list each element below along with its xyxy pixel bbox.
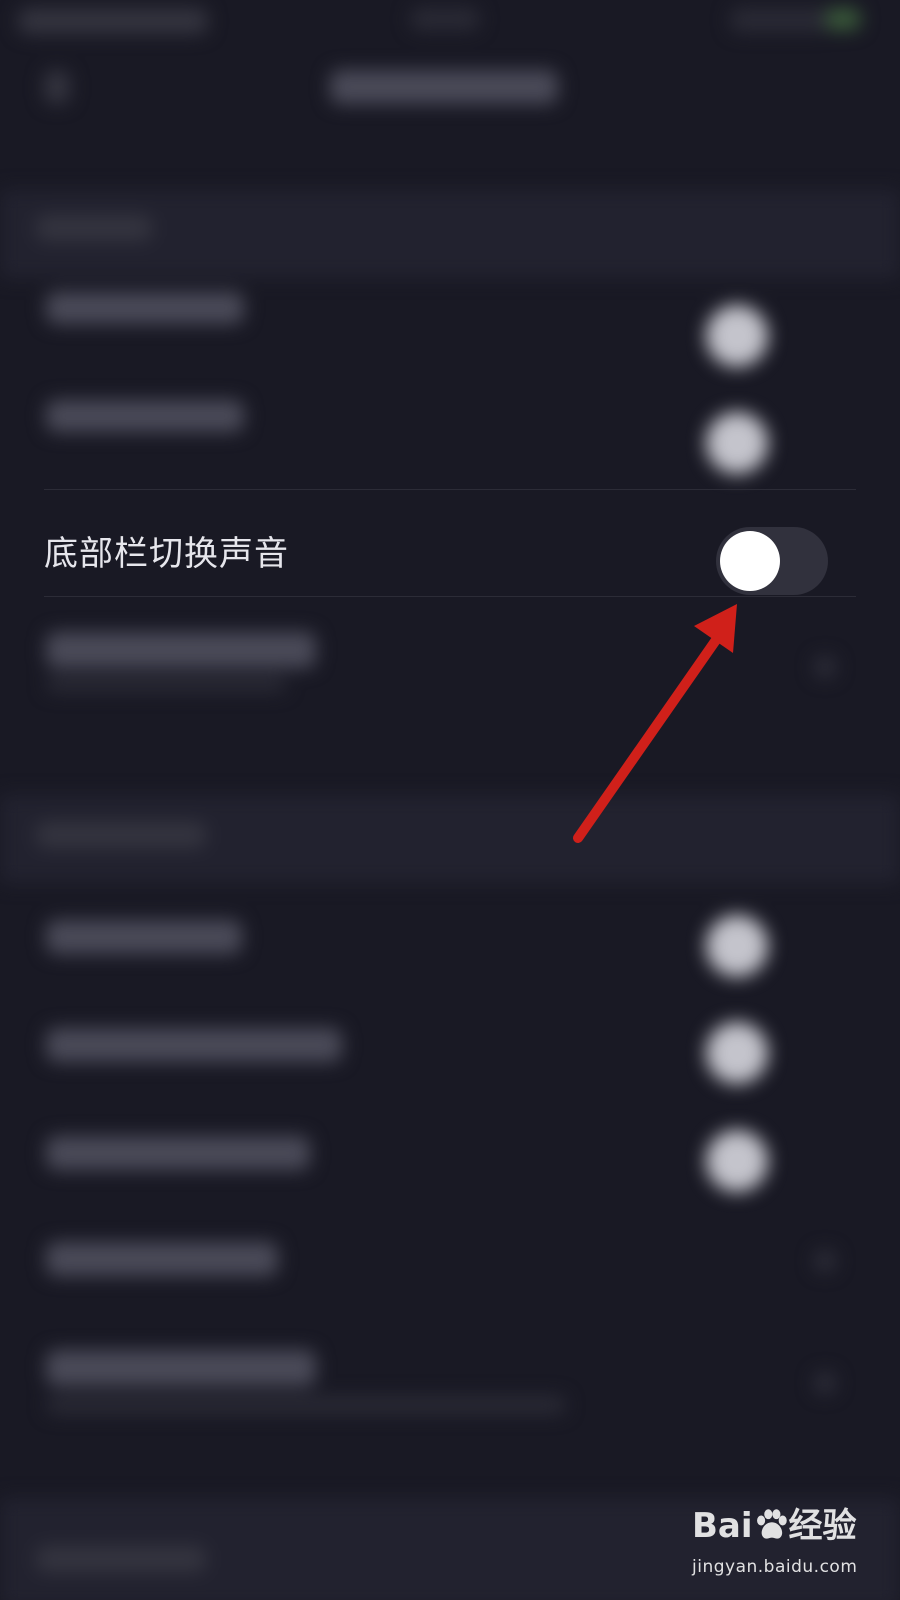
status-bar-center-blur (410, 8, 480, 30)
watermark-brand-left: Bai (692, 1506, 753, 1546)
watermark-brand-right: 经验 (788, 1506, 857, 1546)
status-bar-left-blur (18, 8, 208, 34)
toggle-knob (720, 531, 780, 591)
row-sublabel-blur (46, 676, 286, 692)
section-header-blur (36, 1546, 206, 1572)
bottom-bar-sound-setting-row: 底部栏切换声音 (0, 500, 900, 608)
chevron-blur (814, 1372, 836, 1394)
back-arrow-blur (44, 70, 70, 104)
battery-blur (825, 8, 861, 30)
baidu-jingyan-watermark: Bai 经验 jingyan.baidu.com (688, 1500, 888, 1590)
settings-screen: 底部栏切换声音 Bai 经验 jingyan.baidu.com (0, 0, 900, 1600)
status-bar-right-blur (730, 8, 830, 32)
row-sublabel-blur (46, 1396, 566, 1414)
row-label-blur (46, 400, 244, 432)
row-label-blur (46, 1242, 278, 1276)
row-label-blur (46, 920, 242, 954)
toggle-knob-blur (706, 1022, 768, 1084)
toggle-knob-blur (706, 412, 768, 474)
section-header-blur (36, 822, 206, 848)
nav-title-blur (330, 70, 558, 104)
bottom-bar-sound-label: 底部栏切换声音 (44, 534, 289, 574)
watermark-brand: Bai 经验 (692, 1506, 857, 1546)
chevron-blur (814, 1250, 836, 1272)
row-label-blur (46, 1028, 342, 1062)
toggle-switch[interactable] (716, 527, 828, 595)
row-label-blur (46, 1350, 316, 1386)
row-divider-top (44, 489, 856, 490)
toggle-knob-blur (706, 1130, 768, 1192)
baidu-paw-icon (756, 1509, 787, 1539)
row-label-blur (46, 632, 316, 668)
watermark-url: jingyan.baidu.com (692, 1557, 858, 1577)
toggle-knob-blur (706, 915, 768, 977)
blurred-background (0, 0, 900, 1600)
section-header-blur (36, 215, 152, 241)
toggle-knob-blur (706, 305, 768, 367)
chevron-blur (814, 656, 836, 678)
row-label-blur (46, 292, 244, 324)
row-label-blur (46, 1136, 310, 1170)
